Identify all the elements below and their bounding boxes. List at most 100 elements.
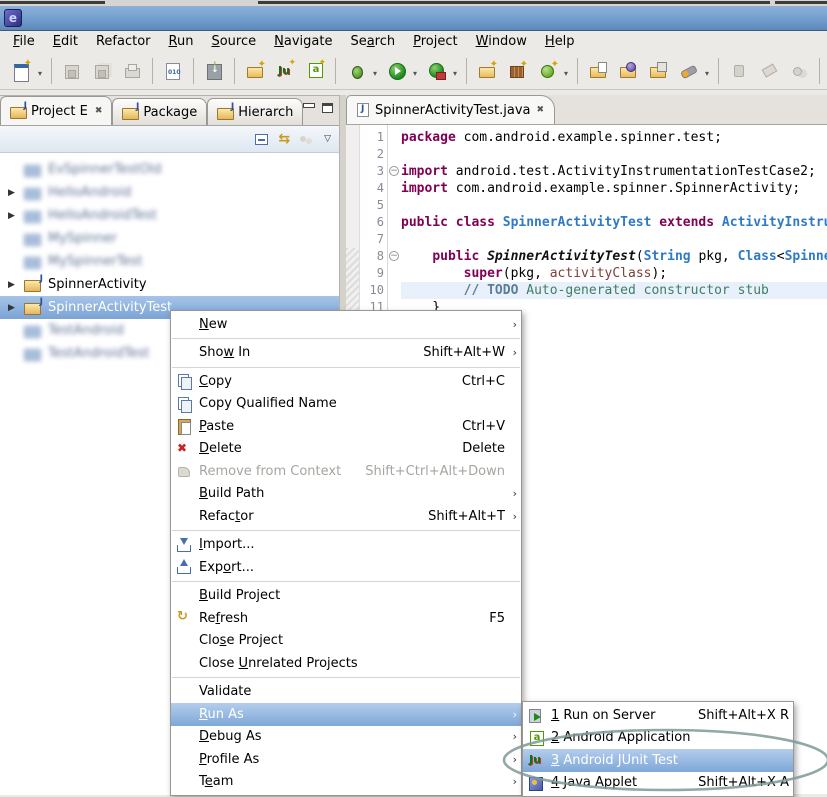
project-name: TestAndroid bbox=[48, 323, 124, 338]
tree-row[interactable]: ▶ MySpinner bbox=[0, 227, 339, 250]
shortcut-label: Delete bbox=[462, 441, 505, 456]
expand-arrow-icon[interactable]: ▶ bbox=[8, 188, 24, 198]
open-resource-button[interactable] bbox=[645, 57, 671, 85]
window-titlebar[interactable]: e bbox=[0, 6, 827, 31]
context-menu-item[interactable]: Refactor Shift+Alt+T › bbox=[171, 505, 521, 528]
collapse-all-icon[interactable] bbox=[255, 134, 268, 145]
new-android-project-button[interactable] bbox=[302, 57, 328, 85]
minimize-view-button[interactable] bbox=[303, 103, 314, 112]
menubar-item[interactable]: Project bbox=[404, 32, 467, 51]
line-number: 3 bbox=[360, 163, 384, 180]
new-java-project-button[interactable] bbox=[474, 57, 500, 85]
debug-button[interactable]: ▾ bbox=[343, 57, 379, 85]
link-with-editor-icon[interactable]: ⇆ bbox=[278, 132, 290, 146]
print-button[interactable] bbox=[119, 57, 145, 85]
view-menu-icon[interactable]: ▽ bbox=[324, 134, 331, 144]
new-class-button[interactable]: ▾ bbox=[534, 57, 570, 85]
save-all-button[interactable] bbox=[89, 57, 115, 85]
context-menu-item[interactable]: Copy Ctrl+C › bbox=[171, 370, 521, 393]
separator bbox=[172, 367, 520, 368]
tree-row[interactable]: ▶ EvSpinnerTestOld bbox=[0, 158, 339, 181]
menubar-item[interactable]: Search bbox=[341, 32, 404, 51]
code-line: public class SpinnerActivityTest extends… bbox=[401, 214, 827, 231]
android-sdk-manager-button[interactable] bbox=[201, 57, 227, 85]
toolbar-icon bbox=[760, 62, 778, 80]
context-menu-item[interactable]: Build Path › bbox=[171, 483, 521, 506]
maximize-view-button[interactable] bbox=[322, 103, 333, 113]
context-menu-item[interactable]: Remove from Context Shift+Ctrl+Alt+Down … bbox=[171, 460, 521, 483]
project-name: TestAndroidTest bbox=[48, 346, 149, 361]
toolbar-icon bbox=[276, 62, 294, 80]
tree-row[interactable]: ▶ MySpinnerTest bbox=[0, 250, 339, 273]
pin-editor-button[interactable] bbox=[726, 57, 752, 85]
toolbar-icon bbox=[790, 62, 808, 80]
submenu-item[interactable]: 2 Android Application bbox=[523, 727, 793, 750]
tree-row[interactable]: ▶ HelloAndroid bbox=[0, 181, 339, 204]
context-menu-item[interactable]: Delete Delete › bbox=[171, 438, 521, 461]
expand-arrow-icon[interactable]: ▶ bbox=[8, 303, 24, 313]
dropdown-caret-icon[interactable]: ▾ bbox=[705, 69, 709, 78]
dropdown-caret-icon[interactable]: ▾ bbox=[373, 69, 377, 78]
menubar-item[interactable]: Edit bbox=[44, 32, 87, 51]
menubar-item[interactable]: Navigate bbox=[265, 32, 341, 51]
context-menu-item[interactable]: Team › bbox=[171, 771, 521, 794]
menubar-item[interactable]: Help bbox=[536, 32, 584, 51]
binary-file-button[interactable] bbox=[160, 57, 186, 85]
dropdown-caret-icon[interactable]: ▾ bbox=[564, 69, 568, 78]
context-menu-item[interactable]: Export... › bbox=[171, 556, 521, 579]
context-menu-item[interactable]: Debug As › bbox=[171, 726, 521, 749]
search-button[interactable]: ▾ bbox=[675, 57, 711, 85]
save-button[interactable] bbox=[59, 57, 85, 85]
clear-markers-button[interactable] bbox=[756, 57, 782, 85]
mark-occurrences-button[interactable] bbox=[786, 57, 812, 85]
project-name: MySpinnerTest bbox=[48, 254, 142, 269]
context-menu-item[interactable]: New › bbox=[171, 313, 521, 336]
context-menu-item[interactable]: Paste Ctrl+V › bbox=[171, 415, 521, 438]
context-menu-item[interactable]: Show In Shift+Alt+W › bbox=[171, 342, 521, 365]
submenu-item[interactable]: 3 Android JUnit Test bbox=[523, 749, 793, 772]
menubar-item[interactable]: Source bbox=[202, 32, 265, 51]
new-wizard-button[interactable]: ▾ bbox=[8, 57, 44, 85]
close-icon[interactable]: ✖ bbox=[93, 106, 103, 116]
external-tools-button[interactable]: ▾ bbox=[423, 57, 459, 85]
menubar-item[interactable]: Window bbox=[467, 32, 536, 51]
run-button[interactable]: ▾ bbox=[383, 57, 419, 85]
context-menu-item[interactable]: Refresh F5 › bbox=[171, 607, 521, 630]
context-menu-item[interactable]: Copy Qualified Name › bbox=[171, 393, 521, 416]
java-project-icon bbox=[24, 209, 42, 223]
context-menu-item[interactable]: Profile As › bbox=[171, 748, 521, 771]
line-number: 8 bbox=[360, 248, 384, 265]
context-menu-item[interactable]: Run As › bbox=[171, 703, 521, 726]
new-package-button[interactable] bbox=[504, 57, 530, 85]
menubar-item[interactable]: Refactor bbox=[87, 32, 160, 51]
dropdown-caret-icon[interactable]: ▾ bbox=[38, 69, 42, 78]
dropdown-caret-icon[interactable]: ▾ bbox=[413, 69, 417, 78]
new-junit-test-button[interactable] bbox=[272, 57, 298, 85]
view-tab[interactable]: Hierarch bbox=[207, 98, 303, 125]
submenu-item[interactable]: 1 Run on Server Shift+Alt+X R bbox=[523, 704, 793, 727]
open-task-button[interactable] bbox=[585, 57, 611, 85]
expand-arrow-icon[interactable]: ▶ bbox=[8, 280, 24, 290]
fold-collapse-icon[interactable]: − bbox=[389, 251, 399, 261]
menubar-item[interactable]: File bbox=[4, 32, 44, 51]
code-line bbox=[401, 146, 827, 163]
context-menu-item[interactable]: Build Project › bbox=[171, 585, 521, 608]
view-tab[interactable]: Project E ✖ bbox=[0, 96, 112, 125]
context-menu-item[interactable]: Close Project › bbox=[171, 630, 521, 653]
tree-row[interactable]: ▶ SpinnerActivity bbox=[0, 273, 339, 296]
open-type-button[interactable] bbox=[615, 57, 641, 85]
context-menu-item[interactable]: Validate › bbox=[171, 681, 521, 704]
new-folder-wizard-button[interactable] bbox=[242, 57, 268, 85]
menubar-item[interactable]: Run bbox=[160, 32, 203, 51]
tree-row[interactable]: ▶ HelloAndroidTest bbox=[0, 204, 339, 227]
editor-tab[interactable]: SpinnerActivityTest.java ✖ bbox=[346, 95, 555, 124]
close-icon[interactable]: ✖ bbox=[537, 105, 545, 115]
view-tab[interactable]: Package bbox=[112, 98, 207, 125]
dropdown-caret-icon[interactable]: ▾ bbox=[453, 69, 457, 78]
expand-arrow-icon[interactable]: ▶ bbox=[8, 211, 24, 221]
context-menu-item[interactable]: Close Unrelated Projects › bbox=[171, 652, 521, 675]
submenu-item[interactable]: 4 Java Applet Shift+Alt+X A bbox=[523, 772, 793, 795]
toolbar-icon bbox=[619, 62, 637, 80]
context-menu-item[interactable]: Import... › bbox=[171, 534, 521, 557]
fold-collapse-icon[interactable]: − bbox=[389, 166, 399, 176]
